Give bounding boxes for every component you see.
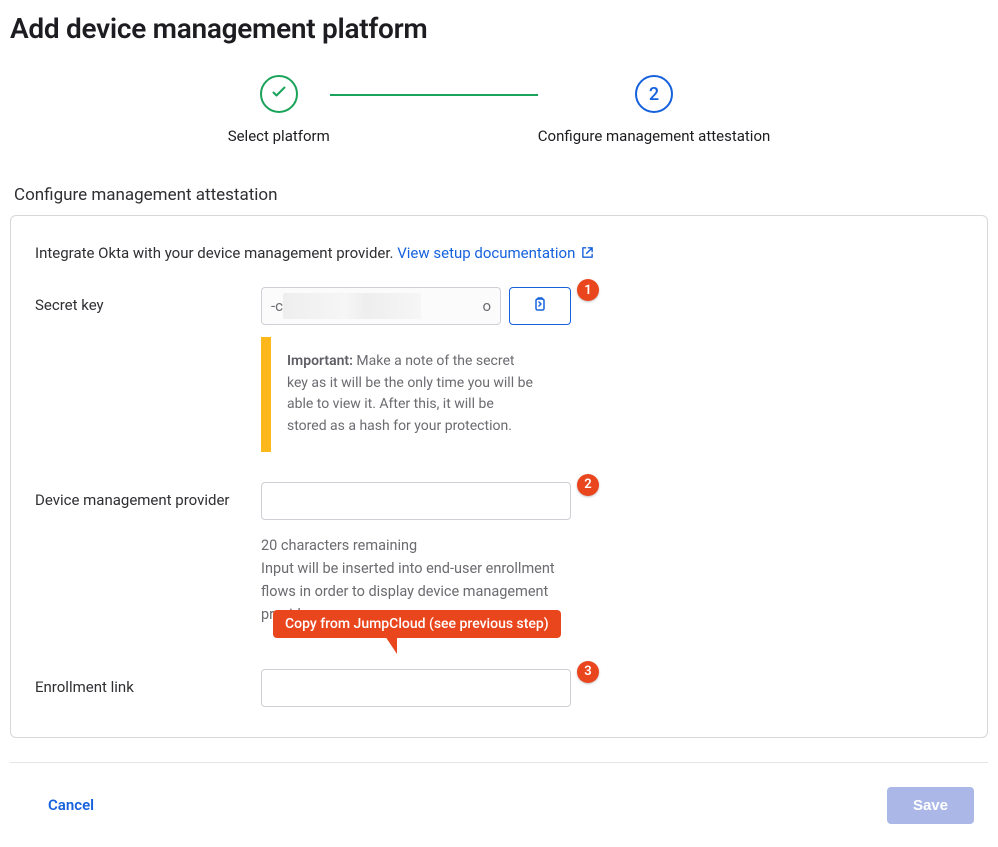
cancel-button[interactable]: Cancel [48, 796, 94, 814]
step-2-circle: 2 [635, 75, 673, 113]
step-2: 2 Configure management attestation [538, 75, 771, 145]
provider-chars-remaining: 20 characters remaining [261, 537, 417, 554]
annotation-badge-3: 3 [577, 661, 599, 683]
annotation-badge-2: 2 [577, 474, 599, 496]
secret-key-callout: Important: Make a note of the secret key… [261, 337, 551, 452]
copy-from-jumpcloud-tooltip: Copy from JumpCloud (see previous step) [273, 610, 561, 638]
config-panel: Integrate Okta with your device manageme… [10, 215, 988, 738]
stepper: Select platform 2 Configure management a… [10, 75, 988, 145]
enrollment-link-row: Enrollment link 3 [35, 669, 963, 707]
step-1-label: Select platform [228, 127, 330, 145]
setup-doc-link[interactable]: View setup documentation [397, 244, 594, 262]
page-title: Add device management platform [10, 12, 988, 45]
external-link-icon [581, 245, 594, 263]
copy-secret-button[interactable] [509, 287, 571, 325]
section-heading: Configure management attestation [14, 185, 988, 205]
footer-actions: Cancel Save [10, 763, 988, 844]
enrollment-link-label: Enrollment link [35, 669, 261, 696]
check-icon [271, 84, 287, 105]
tooltip-arrow-icon [385, 636, 397, 654]
secret-key-row: Secret key -c o 1 [35, 287, 963, 452]
clipboard-icon [532, 297, 548, 316]
secret-key-label: Secret key [35, 287, 261, 314]
intro-text: Integrate Okta with your device manageme… [35, 244, 394, 262]
annotation-badge-1: 1 [577, 279, 599, 301]
save-button[interactable]: Save [887, 787, 974, 824]
intro-line: Integrate Okta with your device manageme… [35, 244, 963, 263]
secret-key-input[interactable] [261, 287, 501, 325]
step-connector [330, 94, 538, 96]
setup-doc-link-label: View setup documentation [397, 244, 575, 262]
provider-row: Device management provider 2 20 characte… [35, 482, 963, 627]
step-2-label: Configure management attestation [538, 127, 771, 145]
step-1: Select platform [228, 75, 330, 145]
callout-strong: Important: [287, 353, 353, 369]
enrollment-link-input[interactable] [261, 669, 571, 707]
step-1-circle [260, 75, 298, 113]
provider-input[interactable] [261, 482, 571, 520]
provider-label: Device management provider [35, 482, 261, 509]
